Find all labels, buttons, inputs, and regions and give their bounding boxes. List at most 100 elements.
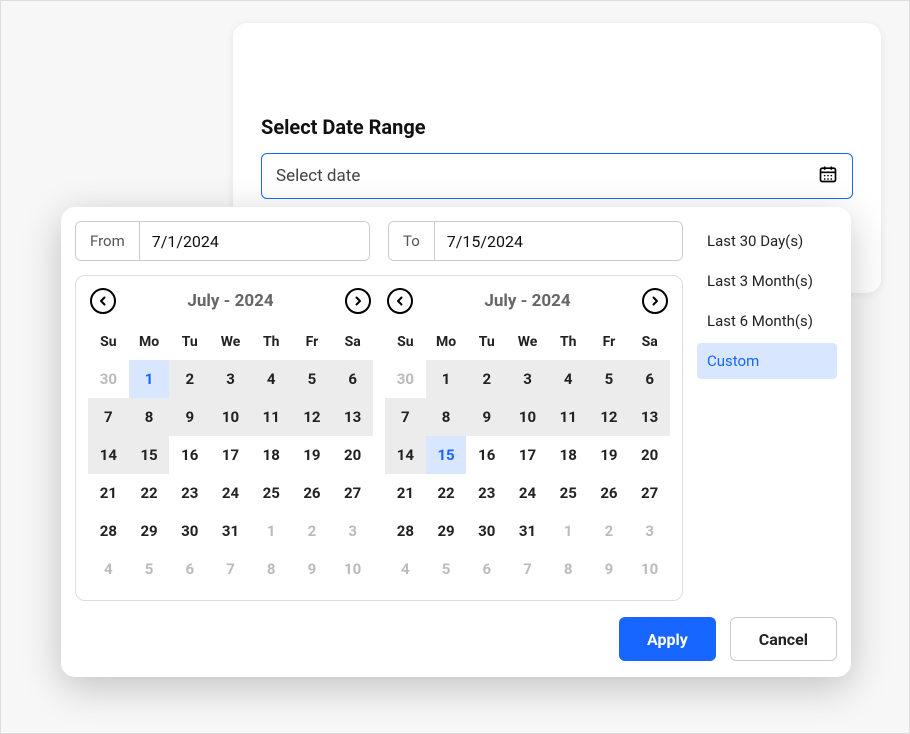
calendar-day[interactable]: 21 [385,474,426,512]
from-input[interactable] [140,222,369,260]
calendar-day[interactable]: 18 [251,436,292,474]
calendar-day[interactable]: 15 [426,436,467,474]
calendar-day[interactable]: 3 [629,512,670,550]
calendar-day[interactable]: 11 [548,398,589,436]
calendar-day[interactable]: 12 [589,398,630,436]
calendar-day[interactable]: 22 [129,474,170,512]
calendar-day[interactable]: 5 [589,360,630,398]
calendar-day[interactable]: 20 [332,436,373,474]
calendar-day[interactable]: 3 [332,512,373,550]
calendar-day[interactable]: 20 [629,436,670,474]
calendar-day[interactable]: 9 [169,398,210,436]
calendar-day[interactable]: 6 [332,360,373,398]
calendar-day[interactable]: 6 [466,550,507,588]
preset-option[interactable]: Last 30 Day(s) [697,223,837,259]
to-date-field[interactable]: To [388,221,683,261]
calendar-day[interactable]: 26 [589,474,630,512]
calendar-day[interactable]: 10 [507,398,548,436]
calendar-day[interactable]: 23 [466,474,507,512]
calendar-day[interactable]: 4 [548,360,589,398]
calendar-day[interactable]: 8 [548,550,589,588]
calendar-day[interactable]: 10 [332,550,373,588]
calendar-day[interactable]: 4 [88,550,129,588]
calendar-day[interactable]: 9 [466,398,507,436]
calendar-day[interactable]: 8 [426,398,467,436]
calendar-day[interactable]: 25 [251,474,292,512]
calendar-day[interactable]: 2 [466,360,507,398]
calendar-day[interactable]: 1 [129,360,170,398]
calendar-day[interactable]: 17 [210,436,251,474]
calendar-day[interactable]: 7 [210,550,251,588]
calendar-day[interactable]: 3 [210,360,251,398]
calendar-day[interactable]: 28 [385,512,426,550]
calendar-day[interactable]: 18 [548,436,589,474]
calendar-day[interactable]: 9 [589,550,630,588]
calendar-day[interactable]: 22 [426,474,467,512]
calendar-day[interactable]: 12 [292,398,333,436]
apply-button[interactable]: Apply [619,617,716,661]
calendar-day[interactable]: 16 [466,436,507,474]
calendar-day[interactable]: 5 [426,550,467,588]
calendar-day[interactable]: 2 [589,512,630,550]
preset-option[interactable]: Last 6 Month(s) [697,303,837,339]
prev-month-button[interactable] [90,288,116,314]
from-date-field[interactable]: From [75,221,370,261]
calendar-day[interactable]: 21 [88,474,129,512]
calendar-day[interactable]: 10 [629,550,670,588]
calendar-day[interactable]: 16 [169,436,210,474]
calendar-day[interactable]: 1 [251,512,292,550]
calendar-day[interactable]: 31 [210,512,251,550]
calendar-day[interactable]: 28 [88,512,129,550]
calendar-day[interactable]: 2 [292,512,333,550]
preset-option[interactable]: Last 3 Month(s) [697,263,837,299]
calendar-day[interactable]: 3 [507,360,548,398]
calendar-day[interactable]: 6 [629,360,670,398]
calendar-day[interactable]: 7 [88,398,129,436]
date-range-input[interactable]: Select date [261,153,853,199]
calendar-day[interactable]: 7 [507,550,548,588]
cancel-button[interactable]: Cancel [730,617,837,661]
calendar-day[interactable]: 11 [251,398,292,436]
calendar-day[interactable]: 4 [251,360,292,398]
calendar-day[interactable]: 17 [507,436,548,474]
calendar-day[interactable]: 26 [292,474,333,512]
calendar-day[interactable]: 9 [292,550,333,588]
calendar-day[interactable]: 8 [251,550,292,588]
preset-option[interactable]: Custom [697,343,837,379]
weekday-header: Tu [466,326,507,360]
calendar-day[interactable]: 19 [589,436,630,474]
calendar-day[interactable]: 14 [88,436,129,474]
calendar-day[interactable]: 1 [426,360,467,398]
calendar-day[interactable]: 27 [629,474,670,512]
calendar-day[interactable]: 10 [210,398,251,436]
calendar-day[interactable]: 30 [466,512,507,550]
calendar-day[interactable]: 29 [426,512,467,550]
next-month-button[interactable] [642,288,668,314]
calendar-day[interactable]: 15 [129,436,170,474]
calendar-day[interactable]: 19 [292,436,333,474]
calendar-day[interactable]: 13 [629,398,670,436]
calendar-day[interactable]: 4 [385,550,426,588]
calendar-day[interactable]: 2 [169,360,210,398]
calendar-day[interactable]: 5 [292,360,333,398]
to-input[interactable] [435,222,682,260]
calendar-day[interactable]: 8 [129,398,170,436]
prev-month-button[interactable] [387,288,413,314]
calendar-day[interactable]: 1 [548,512,589,550]
calendar-day[interactable]: 30 [385,360,426,398]
calendar-day[interactable]: 14 [385,436,426,474]
next-month-button[interactable] [345,288,371,314]
calendar-day[interactable]: 31 [507,512,548,550]
calendar-day[interactable]: 6 [169,550,210,588]
calendar-day[interactable]: 30 [169,512,210,550]
calendar-day[interactable]: 7 [385,398,426,436]
calendar-day[interactable]: 24 [507,474,548,512]
calendar-day[interactable]: 24 [210,474,251,512]
calendar-day[interactable]: 13 [332,398,373,436]
calendar-day[interactable]: 29 [129,512,170,550]
calendar-day[interactable]: 25 [548,474,589,512]
calendar-day[interactable]: 27 [332,474,373,512]
calendar-day[interactable]: 30 [88,360,129,398]
calendar-day[interactable]: 23 [169,474,210,512]
calendar-day[interactable]: 5 [129,550,170,588]
